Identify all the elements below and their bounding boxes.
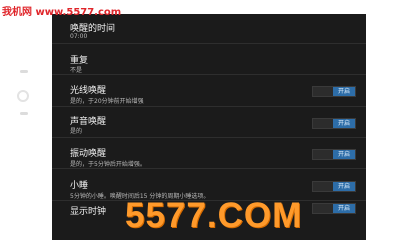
setting-value: 07:00 — [70, 33, 88, 40]
setting-value: 是的，于5分钟后开始增强。 — [70, 161, 146, 168]
watermark-text: 我机网 www.5577.com — [2, 7, 122, 18]
light-wake-toggle[interactable]: 开启 — [312, 86, 356, 97]
show-clock-toggle[interactable]: 开启 — [312, 203, 356, 214]
toggle-on-label: 开启 — [333, 87, 355, 96]
setting-title: 显示时钟 — [70, 207, 107, 217]
setting-value: 不是 — [70, 67, 83, 74]
watermark-logo: 5577.COM — [125, 196, 303, 235]
setting-row-snooze[interactable]: 小睡 5分钟的小睡。唤醒时间后15 分钟的周期小睡选项。 开启 — [52, 168, 366, 200]
vibrate-wake-toggle[interactable]: 开启 — [312, 149, 356, 160]
camera-icon — [17, 90, 29, 102]
setting-title: 小睡 — [70, 181, 89, 191]
setting-row-sound-wake[interactable]: 声音唤醒 是的 开启 — [52, 106, 366, 135]
setting-value: 是的 — [70, 128, 83, 135]
setting-row-wake-time[interactable]: 唤醒的时间 07:00 — [52, 14, 366, 42]
snooze-toggle[interactable]: 开启 — [312, 181, 356, 192]
setting-row-repeat[interactable]: 重复 不是 — [52, 43, 366, 74]
setting-row-vibrate-wake[interactable]: 振动唤醒 是的，于5分钟后开始增强。 开启 — [52, 137, 366, 168]
setting-title: 振动唤醒 — [70, 149, 107, 159]
toggle-on-label: 开启 — [333, 150, 355, 159]
setting-value: 是的，于20分钟前开始增强 — [70, 98, 144, 105]
toggle-on-label: 开启 — [333, 119, 355, 128]
speaker-slot — [20, 70, 28, 73]
toggle-on-label: 开启 — [333, 204, 355, 213]
setting-row-light-wake[interactable]: 光线唤醒 是的，于20分钟前开始增强 开启 — [52, 74, 366, 105]
sensor-slot — [20, 112, 28, 115]
setting-title: 光线唤醒 — [70, 86, 107, 96]
sound-wake-toggle[interactable]: 开启 — [312, 118, 356, 129]
toggle-on-label: 开启 — [333, 182, 355, 191]
